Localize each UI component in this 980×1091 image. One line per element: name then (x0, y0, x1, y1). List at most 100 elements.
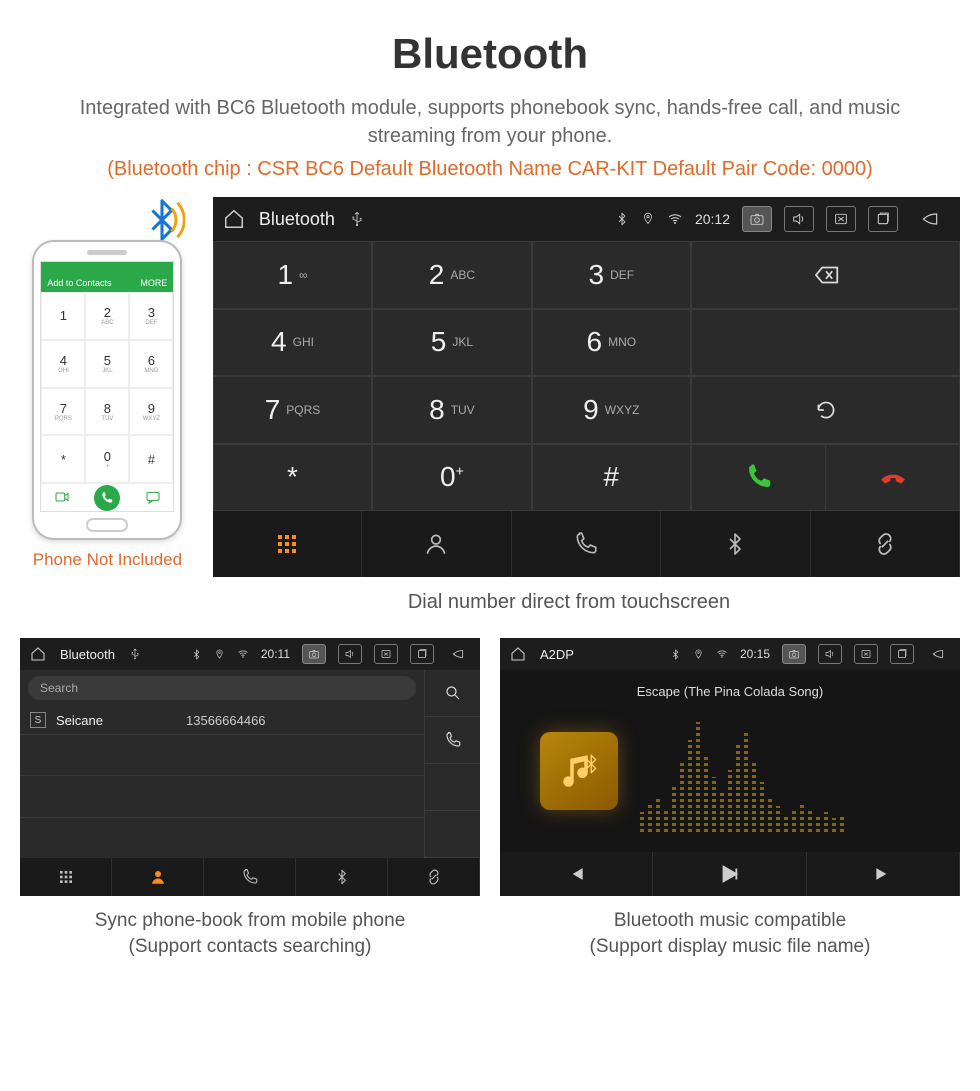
dial-key-9[interactable]: 9WXYZ (532, 376, 691, 444)
call-button[interactable] (424, 717, 480, 764)
tab-dialpad[interactable] (213, 511, 362, 577)
dial-key-5[interactable]: 5JKL (372, 309, 531, 377)
tab-recent-calls[interactable] (204, 858, 296, 896)
tab-pair[interactable] (388, 858, 480, 896)
dial-key-1[interactable]: 1∞ (213, 241, 372, 309)
dial-key-6[interactable]: 6MNO (532, 309, 691, 377)
location-icon (641, 212, 655, 226)
hangup-button[interactable] (825, 445, 959, 511)
contact-number: 13566664466 (186, 713, 266, 728)
search-input[interactable]: Search (28, 676, 416, 700)
recent-apps-icon[interactable] (890, 644, 914, 664)
contact-row[interactable]: S Seicane 13566664466 (20, 706, 424, 735)
volume-icon[interactable] (818, 644, 842, 664)
volume-icon[interactable] (338, 644, 362, 664)
screenshot-icon[interactable] (742, 206, 772, 232)
empty-cell (692, 310, 959, 376)
phone-key: # (129, 435, 173, 483)
wifi-icon (716, 648, 728, 660)
a2dp-caption: Bluetooth music compatible (Support disp… (500, 908, 960, 959)
status-time: 20:12 (695, 211, 730, 227)
phone-key: 4GHI (41, 340, 85, 388)
search-button[interactable] (424, 670, 480, 717)
home-icon[interactable] (510, 646, 526, 662)
close-app-icon[interactable] (374, 644, 398, 664)
dial-key-2[interactable]: 2ABC (372, 241, 531, 309)
phone-caption: Phone Not Included (33, 550, 182, 570)
home-icon[interactable] (30, 646, 46, 662)
phone-key: 2ABC (85, 292, 129, 340)
page-subtitle: Integrated with BC6 Bluetooth module, su… (50, 94, 930, 150)
screenshot-icon[interactable] (782, 644, 806, 664)
dial-key-#[interactable]: # (532, 444, 691, 512)
close-app-icon[interactable] (854, 644, 878, 664)
dial-key-4[interactable]: 4GHI (213, 309, 372, 377)
album-art-icon (540, 732, 618, 810)
wifi-icon (237, 648, 249, 660)
phone-key: 5JKL (85, 340, 129, 388)
song-title: Escape (The Pina Colada Song) (637, 684, 823, 699)
location-icon (214, 649, 225, 660)
empty-row (20, 818, 424, 858)
status-bar: A2DP 20:15 (500, 638, 960, 670)
tab-bluetooth[interactable] (296, 858, 388, 896)
recent-apps-icon[interactable] (410, 644, 434, 664)
back-icon[interactable] (926, 647, 950, 661)
status-bar: Bluetooth 20:12 (213, 197, 960, 241)
redial-button[interactable] (692, 377, 959, 443)
recent-apps-icon[interactable] (868, 206, 898, 232)
dial-key-0[interactable]: 0+ (372, 444, 531, 512)
next-button[interactable] (807, 852, 960, 896)
dial-key-*[interactable]: * (213, 444, 372, 512)
location-icon (693, 649, 704, 660)
dial-key-7[interactable]: 7PQRS (213, 376, 372, 444)
call-button[interactable] (692, 445, 825, 511)
tab-dialpad[interactable] (20, 858, 112, 896)
dial-key-3[interactable]: 3DEF (532, 241, 691, 309)
back-icon[interactable] (446, 647, 470, 661)
status-title: Bluetooth (60, 647, 115, 662)
usb-icon (129, 648, 141, 660)
phone-key: 8TUV (85, 388, 129, 436)
status-time: 20:11 (261, 647, 290, 661)
status-title: Bluetooth (259, 209, 335, 230)
volume-icon[interactable] (784, 206, 814, 232)
dial-caption: Dial number direct from touchscreen (195, 591, 943, 614)
screenshot-icon[interactable] (302, 644, 326, 664)
home-icon[interactable] (223, 208, 245, 230)
play-pause-button[interactable] (653, 852, 806, 896)
tab-recent-calls[interactable] (512, 511, 661, 577)
tab-pair[interactable] (811, 511, 960, 577)
dial-icon (94, 485, 120, 511)
tab-bluetooth[interactable] (661, 511, 810, 577)
tab-contacts[interactable] (362, 511, 511, 577)
status-time: 20:15 (740, 647, 770, 661)
phone-illustration: Add to Contacts MORE 12ABC3DEF4GHI5JKL6M… (20, 197, 195, 570)
backspace-button[interactable] (692, 242, 959, 308)
videocall-icon (54, 489, 70, 507)
dial-key-8[interactable]: 8TUV (372, 376, 531, 444)
wifi-icon (667, 211, 683, 227)
phone-key: 3DEF (129, 292, 173, 340)
bluetooth-icon (615, 212, 629, 226)
phonebook-caption: Sync phone-book from mobile phone (Suppo… (20, 908, 480, 959)
visualizer (640, 720, 940, 832)
empty-row (20, 735, 424, 776)
status-bar: Bluetooth 20:11 (20, 638, 480, 670)
phone-key: 6MNO (129, 340, 173, 388)
message-icon (145, 489, 161, 507)
spec-line: (Bluetooth chip : CSR BC6 Default Blueto… (20, 158, 960, 181)
phone-key: 0+ (85, 435, 129, 483)
back-icon[interactable] (910, 209, 950, 229)
page-title: Bluetooth (20, 30, 960, 78)
contact-initial: S (30, 712, 46, 728)
prev-button[interactable] (500, 852, 653, 896)
phone-addbar-left: Add to Contacts (47, 278, 111, 288)
usb-icon (349, 211, 365, 227)
phone-key: 9WXYZ (129, 388, 173, 436)
tab-contacts[interactable] (112, 858, 204, 896)
empty-cell (424, 764, 480, 811)
bluetooth-icon (191, 649, 202, 660)
close-app-icon[interactable] (826, 206, 856, 232)
phone-addbar-right: MORE (140, 278, 167, 288)
